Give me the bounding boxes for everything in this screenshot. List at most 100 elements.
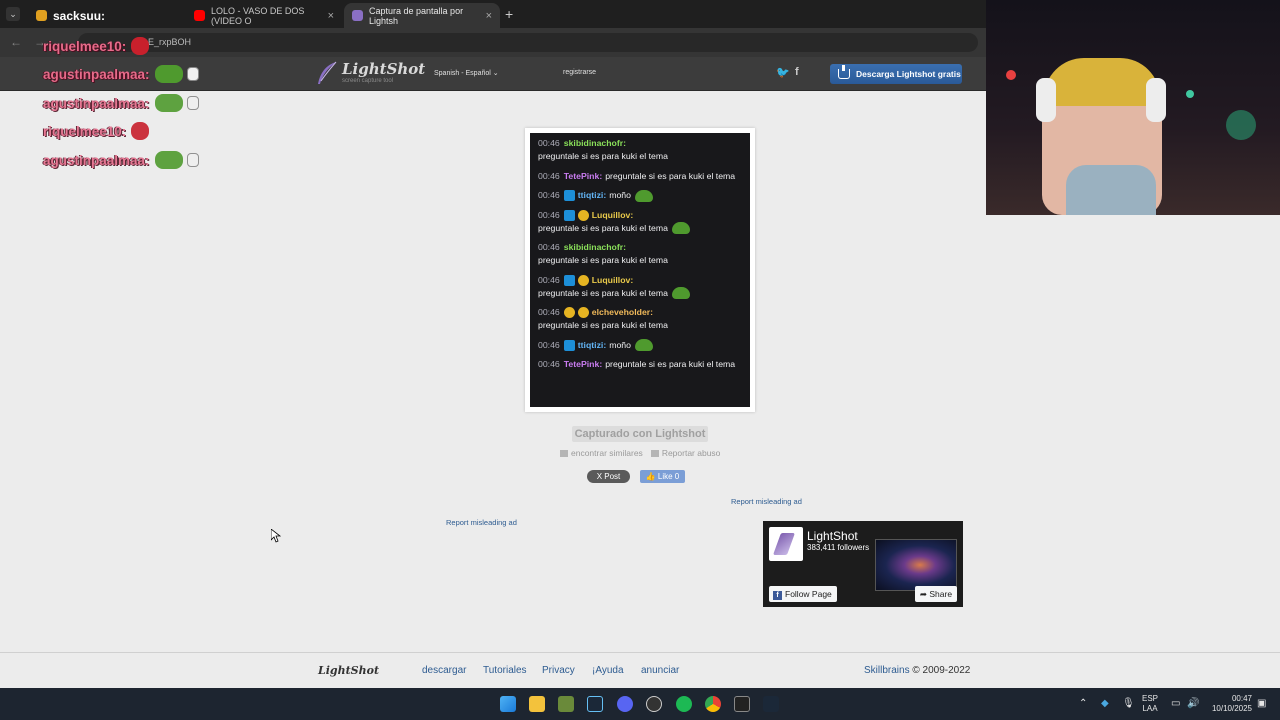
tab-youtube[interactable]: LOLO - VASO DE DOS (VIDEO O × xyxy=(186,3,342,28)
lightshot-logo[interactable]: LightShot screen capture tool xyxy=(316,61,425,85)
report-abuse-label: Reportar abuso xyxy=(661,448,721,458)
chat-username: Luquillov: xyxy=(591,209,634,220)
frog-emote-icon xyxy=(154,151,183,169)
chat-message: 00:46 Luquillov: preguntale si es para kuk… xyxy=(538,274,742,300)
overlay-user: agustinpaalmaa: xyxy=(43,66,150,82)
chat-timestamp: 00:46 xyxy=(538,242,560,252)
close-icon[interactable]: × xyxy=(328,10,334,22)
footer-link-help[interactable]: ¡Ayuda xyxy=(592,665,624,676)
facebook-page-widget: LightShot 383,411 followers f Follow Page… xyxy=(763,521,963,607)
close-icon[interactable]: × xyxy=(486,10,492,22)
tab-label: Captura de pantalla por Lightsh xyxy=(369,5,464,26)
screenshot-image[interactable]: 00:46 skibidinachofr: preguntale si es par… xyxy=(525,128,755,412)
fb-cover-image xyxy=(875,539,957,591)
notification-icon[interactable]: ▣ xyxy=(1257,698,1266,709)
register-link[interactable]: registrarse xyxy=(563,69,596,76)
discord-icon[interactable] xyxy=(617,696,633,712)
copyright: Skillbrains © 2009-2022 xyxy=(864,665,970,676)
tab-lightshot[interactable]: Captura de pantalla por Lightsh × xyxy=(344,3,500,28)
fb-like-button[interactable]: 👍 Like 0 xyxy=(640,470,685,483)
chat-timestamp: 00:46 xyxy=(538,138,560,148)
chevron-up-icon[interactable]: ⌃ xyxy=(1079,698,1087,709)
report-ad-link[interactable]: Report misleading ad xyxy=(446,518,517,527)
streamer-shirt xyxy=(1066,165,1156,215)
footer-link-advertise[interactable]: anunciar xyxy=(641,665,679,676)
minecraft-icon[interactable] xyxy=(558,696,574,712)
steam-icon[interactable] xyxy=(763,696,779,712)
chevron-down-icon: ⌄ xyxy=(492,70,499,77)
defender-icon[interactable]: ◆ xyxy=(1101,698,1109,709)
file-explorer-icon[interactable] xyxy=(529,696,545,712)
facebook-icon: f xyxy=(773,591,782,600)
frog-emote-icon xyxy=(671,287,690,299)
twitter-icon[interactable]: 🐦 xyxy=(776,66,790,79)
overlay-chat-line: agustinpaalmaa: xyxy=(43,65,199,83)
report-abuse-link[interactable]: Reportar abuso xyxy=(650,448,721,458)
fb-share-label: Share xyxy=(929,589,953,599)
language-select[interactable]: Spanish - Español ⌄ xyxy=(434,69,499,77)
find-similar-link[interactable]: encontrar similares xyxy=(560,448,643,458)
twitch-chat-capture: 00:46 skibidinachofr: preguntale si es par… xyxy=(530,133,750,407)
gold-badge-icon xyxy=(577,307,589,318)
chat-timestamp: 00:46 xyxy=(538,274,560,285)
feather-icon xyxy=(318,61,337,84)
devil-emote-icon xyxy=(131,37,150,55)
frog-emote-icon xyxy=(671,222,690,234)
chat-text: preguntale si es para kuki el tema xyxy=(538,151,668,161)
report-ad-link[interactable]: Report misleading ad xyxy=(731,497,802,506)
language-indicator[interactable]: ESP LAA xyxy=(1142,694,1158,714)
devil-emote-icon xyxy=(131,122,150,140)
pin-badge-icon xyxy=(563,339,575,351)
tab-label: sacksuu: xyxy=(53,8,106,23)
chrome-icon[interactable] xyxy=(705,696,721,712)
lang-line-1: ESP xyxy=(1142,694,1159,703)
image-icon xyxy=(560,450,568,458)
tab-stream[interactable]: sacksuu: xyxy=(28,3,184,28)
spotify-icon[interactable] xyxy=(676,696,692,712)
network-icon[interactable]: ▭ xyxy=(1171,698,1180,709)
new-tab-button[interactable]: + xyxy=(505,6,513,22)
chat-message: 00:46 Luquillov: preguntale si es para kuk… xyxy=(538,209,742,235)
fb-follow-button[interactable]: f Follow Page xyxy=(769,586,837,602)
fb-share-button[interactable]: ➦ Share xyxy=(915,586,957,602)
skillbrains-link[interactable]: Skillbrains xyxy=(864,665,910,676)
epic-games-icon[interactable] xyxy=(734,696,750,712)
volume-icon[interactable]: 🔊 xyxy=(1187,698,1199,709)
steam-icon[interactable] xyxy=(587,696,603,712)
tab-label: LOLO - VASO DE DOS (VIDEO O xyxy=(211,5,305,26)
tab-search-icon[interactable]: ⌄ xyxy=(6,7,20,21)
chat-timestamp: 00:46 xyxy=(538,359,560,369)
fb-page-name[interactable]: LightShot xyxy=(807,529,858,543)
pin-badge-icon xyxy=(563,190,575,201)
obs-icon[interactable] xyxy=(646,696,662,712)
start-icon[interactable] xyxy=(500,696,516,712)
footer-link-tutorials[interactable]: Tutoriales xyxy=(483,665,527,676)
chat-text: moño xyxy=(609,339,631,350)
room-light xyxy=(1186,90,1194,98)
url-input[interactable]: E_rxpBOH xyxy=(78,33,978,52)
webcam-overlay xyxy=(986,0,1280,215)
site-footer: LightShot descargar Tutoriales Privacy ¡… xyxy=(0,652,1280,688)
chat-timestamp: 00:46 xyxy=(538,170,560,181)
x-post-button[interactable]: X Post xyxy=(587,470,630,483)
back-icon[interactable]: ← xyxy=(10,35,22,49)
footer-logo[interactable]: LightShot xyxy=(318,664,379,677)
headset-icon xyxy=(1146,78,1166,122)
fb-follow-label: Follow Page xyxy=(785,589,832,599)
overlay-chat-line: riquelmee10: xyxy=(43,37,150,55)
chat-timestamp: 00:46 xyxy=(538,190,560,200)
chat-timestamp: 00:46 xyxy=(538,339,560,350)
share-icon: ➦ xyxy=(919,589,930,599)
lightshot-page-avatar[interactable] xyxy=(769,527,803,561)
chat-username: ttiqtizi: xyxy=(577,190,607,200)
overlay-chat-line: agustinpaalmaa: xyxy=(43,151,199,169)
footer-link-privacy[interactable]: Privacy xyxy=(542,665,575,676)
download-button[interactable]: Descarga Lightshot gratis xyxy=(830,64,962,84)
frog-emote-icon xyxy=(634,189,653,202)
facebook-icon[interactable]: f xyxy=(795,66,799,78)
pin-badge-icon xyxy=(563,209,575,221)
footer-link-download[interactable]: descargar xyxy=(422,665,466,676)
microphone-icon[interactable]: 🎙 xyxy=(1122,698,1135,709)
clock[interactable]: 00:47 10/10/2025 xyxy=(1208,694,1252,714)
overlay-user: agustinpaalmaa: xyxy=(43,95,150,111)
